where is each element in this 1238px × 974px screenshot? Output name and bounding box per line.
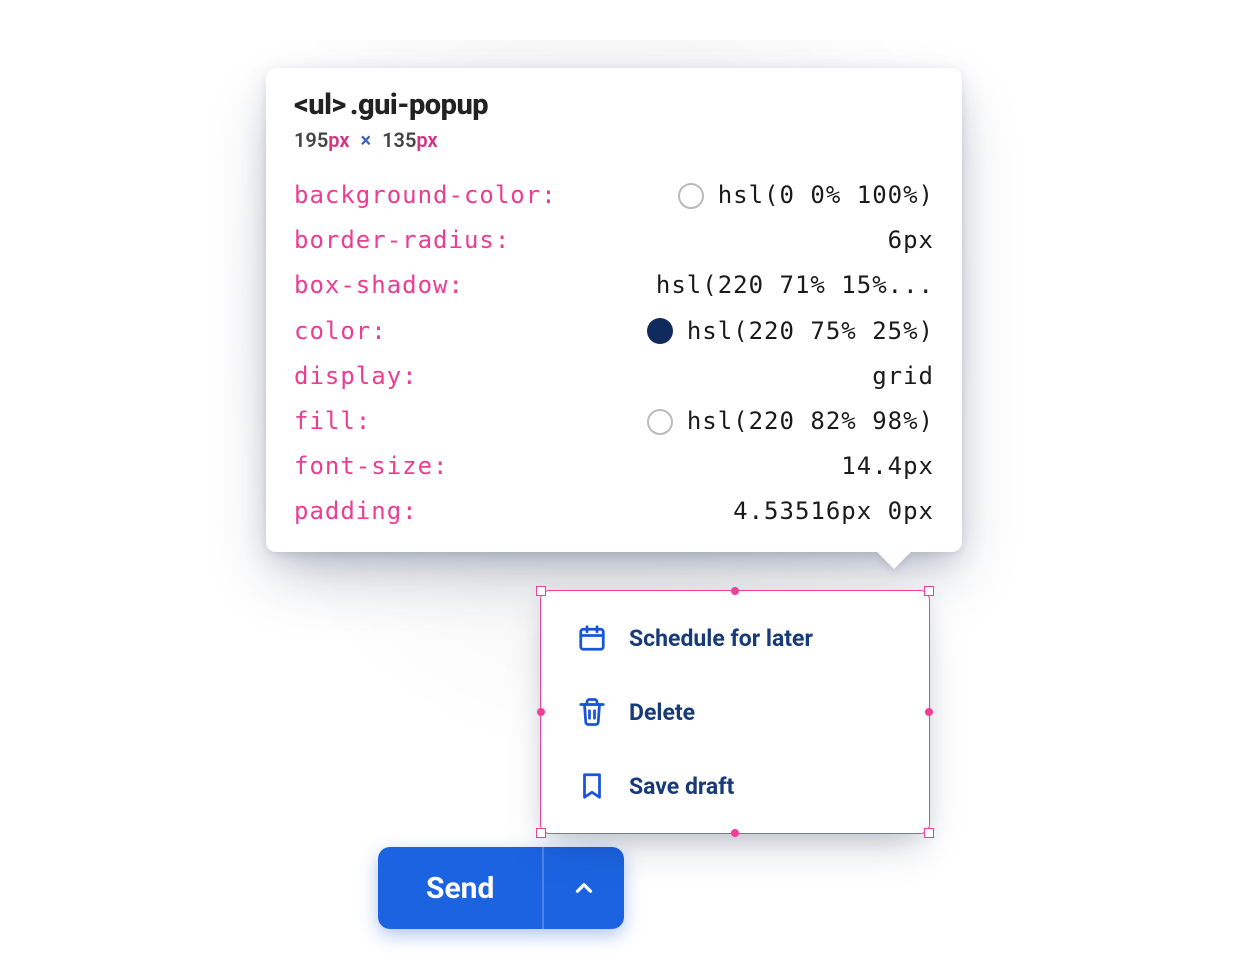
inspect-prop-value-text: hsl(220 82% 98%) bbox=[687, 406, 934, 437]
selection-midpoint[interactable] bbox=[537, 708, 545, 716]
inspect-prop-value: 6px bbox=[888, 225, 934, 256]
inspect-prop-row: background-color hsl(0 0% 100%) bbox=[294, 180, 934, 211]
color-swatch-icon bbox=[647, 318, 673, 344]
bookmark-icon bbox=[577, 771, 607, 801]
selection-midpoint[interactable] bbox=[731, 829, 739, 837]
chevron-up-icon bbox=[571, 875, 597, 901]
gui-popup: Schedule for later Delete Save draft bbox=[540, 590, 930, 834]
inspect-times: × bbox=[355, 128, 378, 152]
inspect-prop-row: padding 4.53516px 0px bbox=[294, 496, 934, 527]
inspect-prop-row: border-radius 6px bbox=[294, 225, 934, 256]
selection-midpoint[interactable] bbox=[731, 587, 739, 595]
inspect-selector-class: .gui-popup bbox=[350, 88, 488, 122]
color-swatch-icon bbox=[678, 183, 704, 209]
inspect-selector-tag: <ul> bbox=[294, 88, 346, 122]
inspect-prop-key: font-size bbox=[294, 451, 449, 482]
calendar-icon bbox=[577, 623, 607, 653]
send-button[interactable]: Send bbox=[378, 847, 544, 929]
selection-handle[interactable] bbox=[536, 828, 546, 838]
inspect-prop-key: background-color bbox=[294, 180, 557, 211]
popup-item-save-draft[interactable]: Save draft bbox=[541, 749, 929, 823]
selection-handle[interactable] bbox=[924, 828, 934, 838]
inspect-prop-value-text: 4.53516px 0px bbox=[733, 496, 934, 527]
color-swatch-icon bbox=[647, 409, 673, 435]
inspect-prop-value: 14.4px bbox=[841, 451, 934, 482]
inspect-props: background-color hsl(0 0% 100%) border-rad… bbox=[294, 180, 934, 528]
inspect-tooltip-arrow bbox=[877, 535, 911, 569]
inspect-prop-row: font-size 14.4px bbox=[294, 451, 934, 482]
inspect-prop-value: grid bbox=[872, 361, 934, 392]
inspect-selector: <ul>.gui-popup bbox=[294, 88, 934, 122]
send-more-button[interactable] bbox=[544, 847, 624, 929]
trash-icon bbox=[577, 697, 607, 727]
popup-item-label: Delete bbox=[629, 699, 695, 726]
inspect-prop-key: padding bbox=[294, 496, 418, 527]
inspect-tooltip: <ul>.gui-popup 195px × 135px background-… bbox=[266, 68, 962, 552]
inspect-prop-key: fill bbox=[294, 406, 371, 437]
popup-item-schedule[interactable]: Schedule for later bbox=[541, 601, 929, 675]
inspect-prop-value-text: hsl(0 0% 100%) bbox=[718, 180, 934, 211]
inspect-prop-value-text: hsl(220 71% 15%... bbox=[656, 270, 934, 301]
selection-handle[interactable] bbox=[924, 586, 934, 596]
inspect-width-unit: px bbox=[328, 128, 349, 152]
inspect-prop-value-text: 6px bbox=[888, 225, 934, 256]
inspect-prop-value-text: grid bbox=[872, 361, 934, 392]
selection-handle[interactable] bbox=[536, 586, 546, 596]
inspect-prop-value-text: 14.4px bbox=[841, 451, 934, 482]
send-split-button: Send bbox=[378, 847, 624, 929]
inspect-prop-key: display bbox=[294, 361, 418, 392]
inspect-prop-row: fill hsl(220 82% 98%) bbox=[294, 406, 934, 437]
inspect-prop-value: hsl(220 75% 25%) bbox=[647, 316, 934, 347]
inspect-prop-value-text: hsl(220 75% 25%) bbox=[687, 316, 934, 347]
popup-item-delete[interactable]: Delete bbox=[541, 675, 929, 749]
inspect-prop-key: box-shadow bbox=[294, 270, 464, 301]
inspect-prop-value: 4.53516px 0px bbox=[733, 496, 934, 527]
inspect-prop-key: border-radius bbox=[294, 225, 510, 256]
popup-item-label: Schedule for later bbox=[629, 625, 813, 652]
inspect-height-unit: px bbox=[416, 128, 437, 152]
inspect-prop-value: hsl(220 71% 15%... bbox=[656, 270, 934, 301]
inspect-prop-value: hsl(0 0% 100%) bbox=[678, 180, 934, 211]
popup-item-label: Save draft bbox=[629, 773, 734, 800]
inspect-dimensions: 195px × 135px bbox=[294, 128, 934, 152]
inspect-prop-key: color bbox=[294, 316, 387, 347]
inspect-height: 135 bbox=[382, 128, 416, 152]
inspect-prop-row: color hsl(220 75% 25%) bbox=[294, 316, 934, 347]
inspect-prop-row: box-shadow hsl(220 71% 15%... bbox=[294, 270, 934, 301]
inspect-prop-value: hsl(220 82% 98%) bbox=[647, 406, 934, 437]
selection-midpoint[interactable] bbox=[925, 708, 933, 716]
inspect-prop-row: display grid bbox=[294, 361, 934, 392]
inspect-width: 195 bbox=[294, 128, 328, 152]
